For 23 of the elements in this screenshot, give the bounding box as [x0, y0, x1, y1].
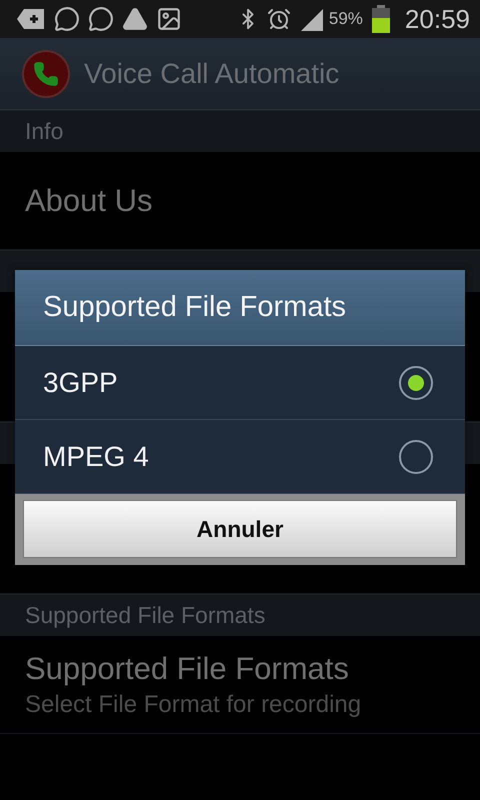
- section-header: Info: [0, 110, 480, 152]
- battery-icon: [370, 5, 391, 33]
- app-icon: [22, 50, 70, 98]
- chat-icon: [88, 6, 114, 32]
- section-header: Supported File Formats: [0, 594, 480, 636]
- clock-time: 20:59: [404, 4, 470, 34]
- radio-button[interactable]: [399, 366, 433, 400]
- format-option[interactable]: 3GPP: [15, 346, 465, 420]
- battery-percent: 59%: [328, 9, 363, 29]
- chat-icon: [54, 6, 80, 32]
- warning-icon: [122, 6, 148, 32]
- preference-item[interactable]: Supported File Formats Select File Format for recording: [0, 636, 480, 734]
- preference-summary: Select File Format for recording: [25, 690, 362, 718]
- plus-tag-icon: [16, 7, 46, 31]
- preference-title: About Us: [25, 182, 154, 218]
- app-title: Voice Call Automatic: [84, 58, 340, 90]
- radio-button[interactable]: [399, 440, 433, 474]
- dialog-title: Supported File Formats: [15, 270, 465, 346]
- alarm-clock-icon: [266, 7, 291, 31]
- signal-icon: [298, 7, 325, 31]
- cancel-button[interactable]: Annuler: [23, 500, 457, 558]
- image-icon: [156, 6, 182, 32]
- preference-title: Supported File Formats: [25, 650, 350, 686]
